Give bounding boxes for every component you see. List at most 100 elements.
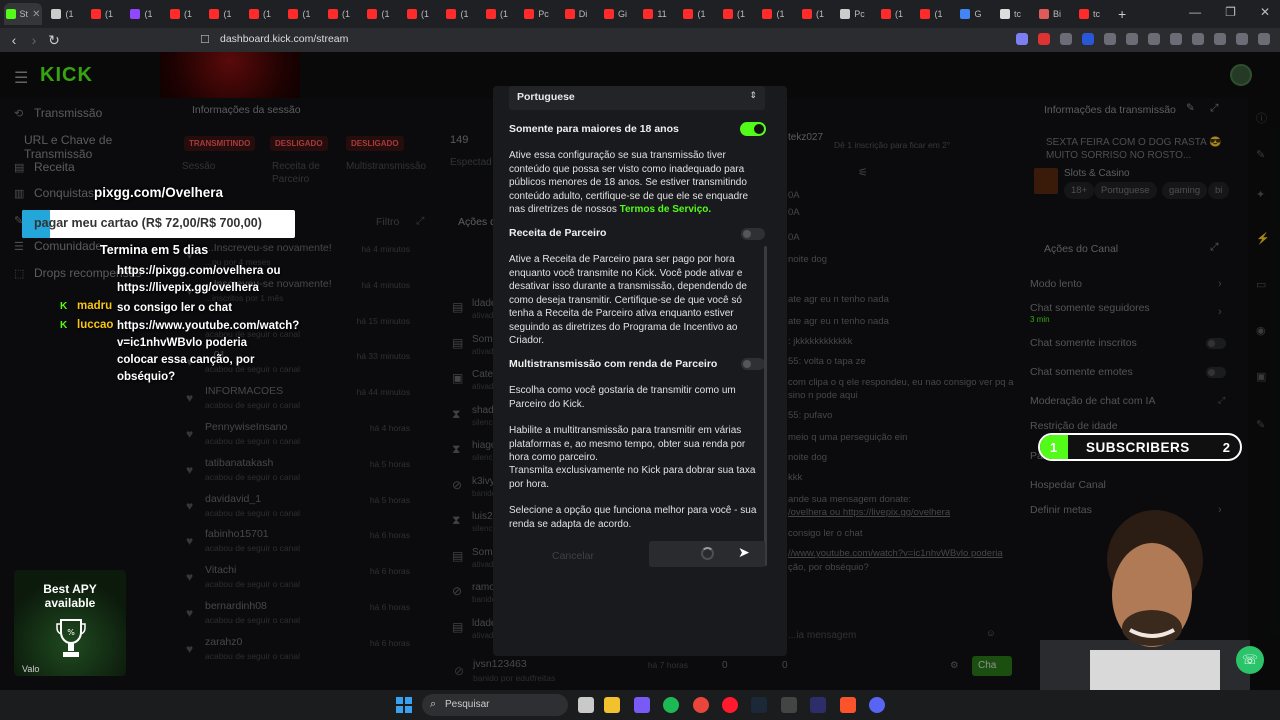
close-icon[interactable]: ✕	[1260, 5, 1270, 19]
sidebar-icon[interactable]	[1192, 33, 1204, 45]
minimize-icon[interactable]: —	[1189, 5, 1201, 19]
browser-tab[interactable]: (1	[913, 3, 951, 25]
url-input[interactable]: dashboard.kick.com/stream	[220, 33, 348, 45]
tab-favicon-icon	[1038, 9, 1049, 19]
maximize-icon[interactable]: ❐	[1225, 5, 1236, 19]
file-explorer-icon[interactable]	[604, 697, 620, 713]
browser-tab[interactable]: (1	[241, 3, 279, 25]
chrome-icon[interactable]	[693, 697, 709, 713]
browser-tab[interactable]: tc	[992, 3, 1030, 25]
browser-tab[interactable]: (1	[439, 3, 477, 25]
adult-toggle[interactable]	[740, 122, 766, 136]
steam-icon[interactable]	[751, 697, 767, 713]
wallet-icon[interactable]	[1214, 33, 1226, 45]
tab-label: (1	[302, 9, 311, 19]
trophy-icon: %	[56, 619, 86, 657]
tab-label: (1	[460, 9, 469, 19]
brave-icon[interactable]	[840, 697, 856, 713]
browser-tab[interactable]: Pc	[518, 3, 556, 25]
browser-tab[interactable]: Bi	[1031, 3, 1069, 25]
menu-icon[interactable]	[1258, 33, 1270, 45]
browser-tab[interactable]: Gi	[597, 3, 635, 25]
browser-tab[interactable]: (1	[676, 3, 714, 25]
browser-tab[interactable]: St ✕	[4, 3, 42, 25]
multistream-desc-3: Transmita exclusivamente no Kick para do…	[509, 465, 756, 490]
browser-tab[interactable]: (1	[755, 3, 793, 25]
extension-icon[interactable]	[1060, 33, 1072, 45]
browser-tab[interactable]: (1	[320, 3, 358, 25]
browser-tab[interactable]: Di	[557, 3, 595, 25]
app-icon[interactable]	[634, 697, 650, 713]
tab-label: (1	[341, 9, 350, 19]
opera-icon[interactable]	[722, 697, 738, 713]
browser-tab[interactable]: (1	[123, 3, 161, 25]
forward-icon[interactable]: ›	[24, 32, 44, 48]
subscribers-counter: 1 SUBSCRIBERS 2	[1038, 433, 1242, 461]
browser-tab[interactable]: (1	[478, 3, 516, 25]
back-icon[interactable]: ‹	[4, 32, 24, 48]
browser-tab[interactable]: G	[952, 3, 990, 25]
task-view-icon[interactable]	[578, 697, 594, 713]
partner-toggle[interactable]	[741, 228, 765, 240]
browser-tab[interactable]: (1	[715, 3, 753, 25]
shield-icon[interactable]	[1236, 33, 1248, 45]
browser-tab[interactable]: (1	[873, 3, 911, 25]
webcam-feed	[1040, 510, 1250, 720]
discord-icon[interactable]	[869, 697, 885, 713]
support-chat-button[interactable]: ☏	[1236, 646, 1264, 674]
os-taskbar: ⌕ Pesquisar	[0, 690, 1280, 720]
reload-icon[interactable]: ↻	[44, 32, 64, 49]
tab-label: (1	[697, 9, 706, 19]
extension-icon[interactable]	[1082, 33, 1094, 45]
tab-favicon-icon	[762, 9, 773, 19]
puzzle-icon[interactable]	[1148, 33, 1160, 45]
multistream-desc-4: Selecione a opção que funciona melhor pa…	[509, 505, 757, 530]
browser-tab[interactable]: (1	[794, 3, 832, 25]
taskbar-search[interactable]: ⌕ Pesquisar	[422, 694, 568, 716]
multistream-desc-2: Habilite a multitransmissão para transmi…	[509, 425, 746, 463]
tab-label: (1	[144, 9, 153, 19]
tab-label: (1	[381, 9, 390, 19]
terms-link[interactable]: Termos de Serviço.	[620, 204, 712, 215]
tab-label: tc	[1092, 9, 1100, 19]
modal-scrollbar[interactable]	[764, 246, 767, 566]
tab-label: Gi	[618, 9, 627, 19]
tab-favicon-icon	[446, 9, 457, 19]
partner-description: Ative a Receita de Parceiro para ser pag…	[509, 254, 747, 346]
browser-tab[interactable]: Pc	[834, 3, 872, 25]
browser-tab[interactable]: (1	[83, 3, 121, 25]
windows-start-icon[interactable]	[396, 697, 412, 713]
cancel-button[interactable]: Cancelar	[523, 546, 623, 566]
valo-brand: Valo	[22, 664, 40, 674]
browser-tab[interactable]: 11	[636, 3, 674, 25]
browser-tab[interactable]: (1	[202, 3, 240, 25]
browser-tab[interactable]: (1	[44, 3, 82, 25]
tab-label: (1	[104, 9, 113, 19]
tab-favicon-icon	[840, 9, 851, 19]
obs-icon[interactable]	[781, 697, 797, 713]
browser-tab[interactable]: (1	[162, 3, 200, 25]
subs-current: 1	[1050, 440, 1058, 455]
new-tab-icon[interactable]: +	[1118, 6, 1126, 22]
extension-icon[interactable]	[1104, 33, 1116, 45]
tab-favicon-icon	[999, 9, 1010, 19]
bookmark-icon[interactable]: ☐	[200, 33, 210, 46]
tab-favicon-icon	[130, 9, 141, 19]
extension-icon[interactable]	[1038, 33, 1050, 45]
browser-tab[interactable]: (1	[281, 3, 319, 25]
search-placeholder: Pesquisar	[445, 699, 490, 710]
browser-tab[interactable]: (1	[360, 3, 398, 25]
tab-label: (1	[815, 9, 824, 19]
spotify-icon[interactable]	[663, 697, 679, 713]
tab-favicon-icon	[485, 9, 496, 19]
close-tab-icon[interactable]: ✕	[32, 9, 40, 20]
extension-icon[interactable]	[1126, 33, 1138, 45]
multistream-toggle[interactable]	[741, 358, 765, 370]
browser-tab[interactable]: (1	[399, 3, 437, 25]
browser-tab[interactable]: tc	[1071, 3, 1109, 25]
extension-icon[interactable]	[1170, 33, 1182, 45]
subs-goal: 2	[1222, 440, 1230, 455]
extension-icon[interactable]	[1016, 33, 1028, 45]
language-select[interactable]: Portuguese ⇕	[509, 86, 765, 110]
app-icon[interactable]	[810, 697, 826, 713]
